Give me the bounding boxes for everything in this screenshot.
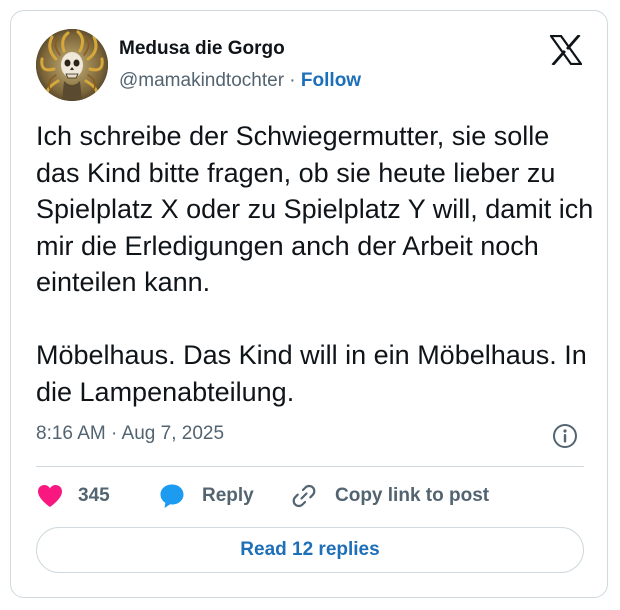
author-display-name[interactable]: Medusa die Gorgo bbox=[119, 38, 285, 60]
link-icon bbox=[290, 482, 318, 510]
x-logo-icon[interactable] bbox=[548, 34, 584, 66]
author-handle[interactable]: @mamakindtochter bbox=[119, 70, 284, 91]
tweet-text: Ich schreibe der Schwiegermutter, sie so… bbox=[36, 121, 594, 407]
heart-icon bbox=[36, 483, 64, 509]
copy-link-label: Copy link to post bbox=[335, 485, 490, 506]
tweet-timestamp[interactable]: 8:16 AM · Aug 7, 2025 bbox=[36, 423, 224, 445]
reply-button[interactable]: Reply bbox=[158, 480, 254, 512]
avatar-image bbox=[36, 29, 108, 101]
info-icon[interactable] bbox=[551, 422, 579, 450]
copy-link-button[interactable]: Copy link to post bbox=[290, 480, 489, 512]
read-replies-button[interactable]: Read 12 replies bbox=[36, 527, 584, 573]
divider bbox=[36, 466, 584, 467]
read-replies-label: Read 12 replies bbox=[240, 539, 380, 560]
like-count: 345 bbox=[78, 485, 110, 506]
follow-link[interactable]: Follow bbox=[301, 70, 361, 91]
author-handle-row: @mamakindtochter · Follow bbox=[119, 70, 361, 92]
handle-separator: · bbox=[284, 70, 301, 91]
speech-bubble-icon bbox=[158, 482, 186, 510]
like-button[interactable]: 345 bbox=[36, 480, 110, 512]
reply-label: Reply bbox=[202, 485, 254, 506]
avatar[interactable] bbox=[36, 29, 108, 101]
